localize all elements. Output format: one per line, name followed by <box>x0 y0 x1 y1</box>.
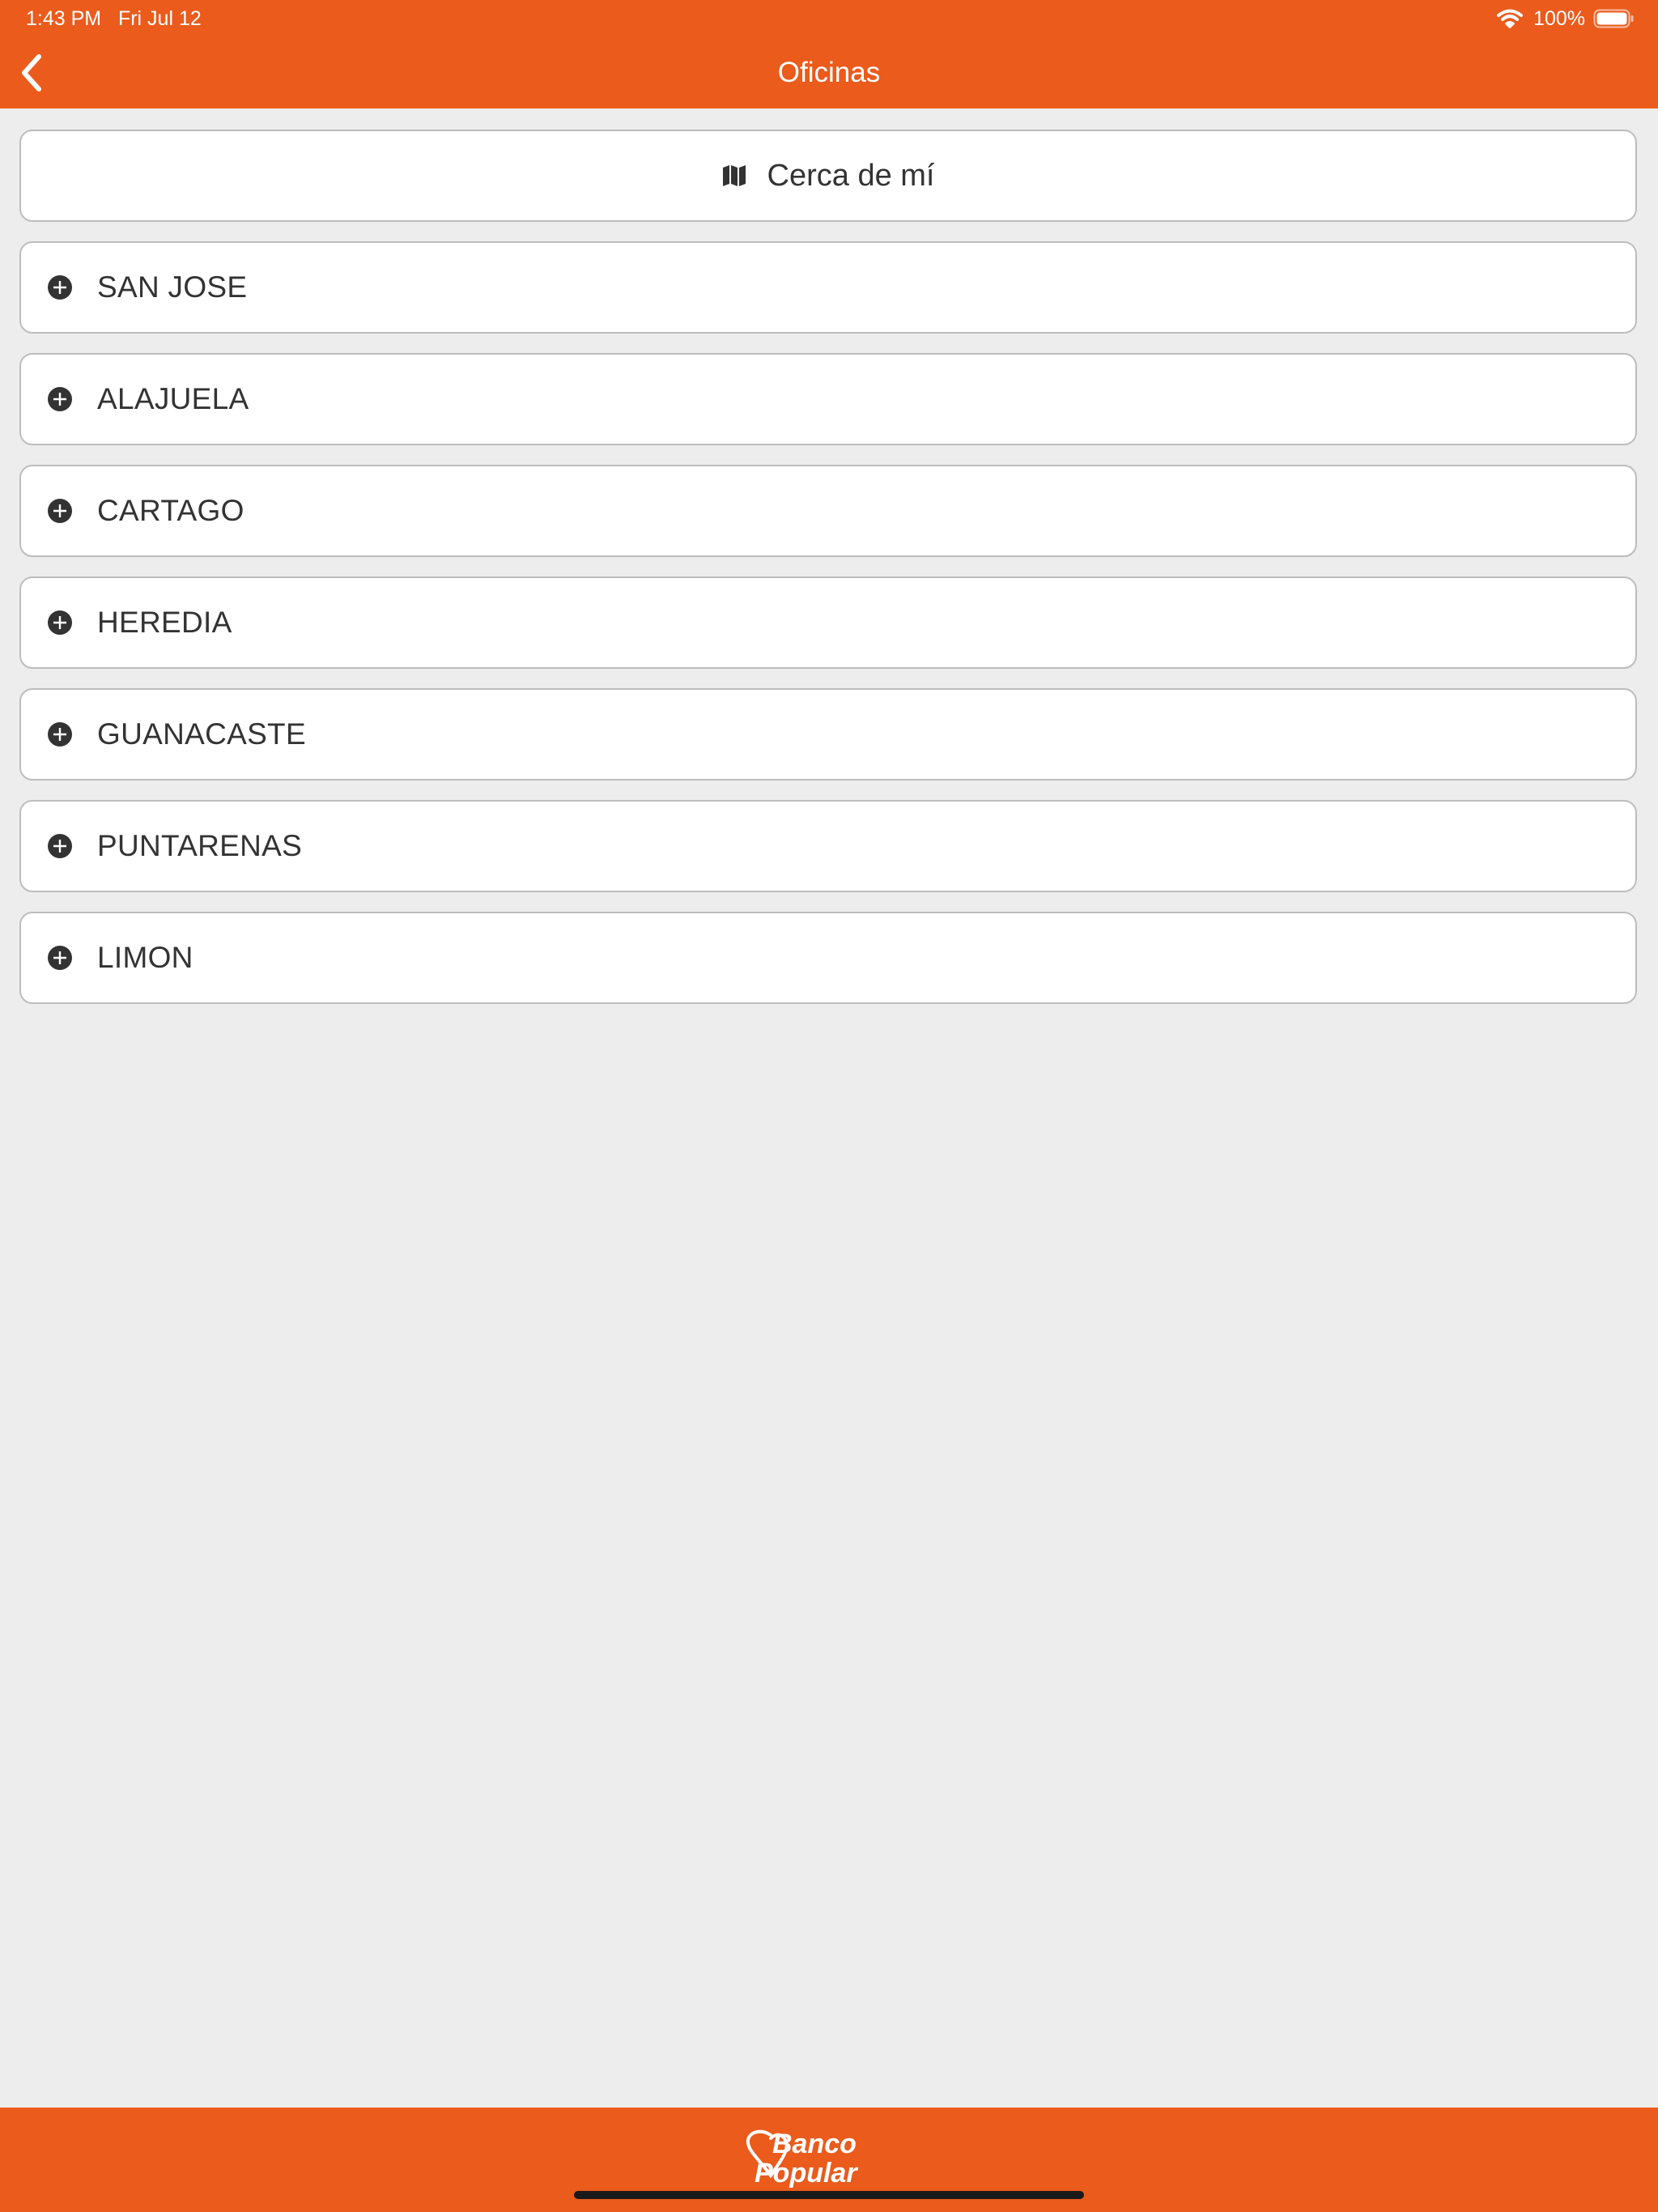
home-indicator[interactable] <box>574 2191 1084 2199</box>
province-label: ALAJUELA <box>97 382 249 415</box>
svg-text:Popular: Popular <box>755 2158 858 2189</box>
svg-text:Banco: Banco <box>772 2129 857 2159</box>
plus-circle-icon <box>48 834 72 858</box>
province-label: CARTAGO <box>97 494 244 527</box>
status-indicators: 100% <box>1496 5 1634 32</box>
province-row-guanacaste[interactable]: GUANACASTE <box>19 688 1637 781</box>
province-label: SAN JOSE <box>97 270 248 304</box>
province-label: LIMON <box>97 941 193 974</box>
plus-circle-icon <box>48 387 72 411</box>
province-row-cartago[interactable]: CARTAGO <box>19 465 1637 557</box>
offices-list: Cerca de mí SAN JOSE ALAJUELA CARTAGO HE… <box>19 130 1637 1023</box>
battery-percentage: 100% <box>1533 7 1585 30</box>
status-date: Fri Jul 12 <box>117 7 202 30</box>
province-row-alajuela[interactable]: ALAJUELA <box>19 353 1637 445</box>
province-label: GUANACASTE <box>97 717 306 751</box>
province-row-heredia[interactable]: HEREDIA <box>19 576 1637 669</box>
battery-icon <box>1593 9 1634 28</box>
banco-popular-logo: Banco Popular <box>746 2129 858 2189</box>
plus-circle-icon <box>48 722 72 747</box>
plus-circle-icon <box>48 946 72 970</box>
status-time: 1:43 PM Fri Jul 12 <box>26 5 202 32</box>
nearby-button[interactable]: Cerca de mí <box>19 130 1637 222</box>
nearby-label: Cerca de mí <box>767 158 935 193</box>
nearby-content: Cerca de mí <box>722 158 935 194</box>
province-label: PUNTARENAS <box>97 829 303 862</box>
province-label: HEREDIA <box>97 606 232 639</box>
page-title: Oficinas <box>777 57 881 88</box>
plus-circle-icon <box>48 275 72 300</box>
app-footer: Banco Popular <box>0 2108 1658 2212</box>
plus-circle-icon <box>48 610 72 635</box>
province-row-puntarenas[interactable]: PUNTARENAS <box>19 800 1637 892</box>
plus-circle-icon <box>48 499 72 523</box>
app-header: 1:43 PM Fri Jul 12 100% Oficinas <box>0 0 1658 108</box>
map-icon <box>722 165 746 186</box>
province-row-limon[interactable]: LIMON <box>19 912 1637 1004</box>
status-clock: 1:43 PM <box>26 7 102 30</box>
province-row-san-jose[interactable]: SAN JOSE <box>19 241 1637 334</box>
wifi-icon <box>1497 9 1524 28</box>
